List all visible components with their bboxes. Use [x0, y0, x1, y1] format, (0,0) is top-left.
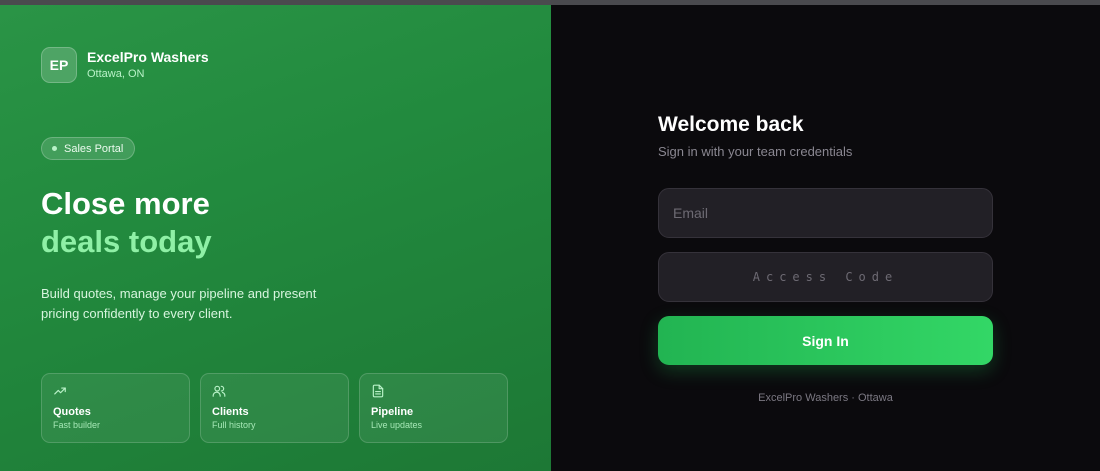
feature-cards: Quotes Fast builder Clients Full history… — [41, 373, 508, 443]
feature-subtitle: Fast builder — [53, 420, 101, 430]
file-text-icon — [372, 384, 384, 398]
hero-description: Build quotes, manage your pipeline and p… — [41, 286, 317, 321]
trending-up-icon — [54, 387, 66, 395]
email-input[interactable] — [658, 188, 993, 238]
login-footer: ExcelPro Washers · Ottawa — [758, 392, 893, 404]
sales-portal-badge: Sales Portal — [41, 137, 136, 160]
feature-card-clients: Clients Full history — [200, 373, 349, 443]
feature-title: Quotes — [53, 406, 91, 418]
feature-card-quotes: Quotes Fast builder — [41, 373, 190, 443]
brand-logo: EP — [41, 47, 77, 83]
login-panel: Welcome back Sign in with your team cred… — [551, 5, 1100, 471]
access-code-input[interactable] — [658, 252, 993, 302]
headline-line-2: deals today — [41, 224, 212, 259]
users-icon — [212, 385, 226, 397]
dot-icon — [52, 146, 57, 151]
feature-subtitle: Full history — [212, 420, 256, 430]
login-subtitle: Sign in with your team credentials — [658, 144, 853, 159]
feature-title: Pipeline — [371, 406, 414, 418]
brand-location: Ottawa, ON — [87, 68, 145, 80]
login-title: Welcome back — [658, 113, 804, 136]
feature-title: Clients — [212, 406, 249, 418]
feature-subtitle: Live updates — [371, 420, 423, 430]
headline-line-1: Close more — [41, 186, 210, 221]
feature-card-pipeline: Pipeline Live updates — [359, 373, 508, 443]
sign-in-button[interactable]: Sign In — [658, 316, 993, 365]
hero-panel: EP ExcelPro Washers Ottawa, ON Sales Por… — [0, 5, 551, 471]
brand-name: ExcelPro Washers — [87, 49, 209, 65]
hero-headline: Close more deals today — [41, 185, 212, 261]
badge-label: Sales Portal — [64, 142, 124, 155]
